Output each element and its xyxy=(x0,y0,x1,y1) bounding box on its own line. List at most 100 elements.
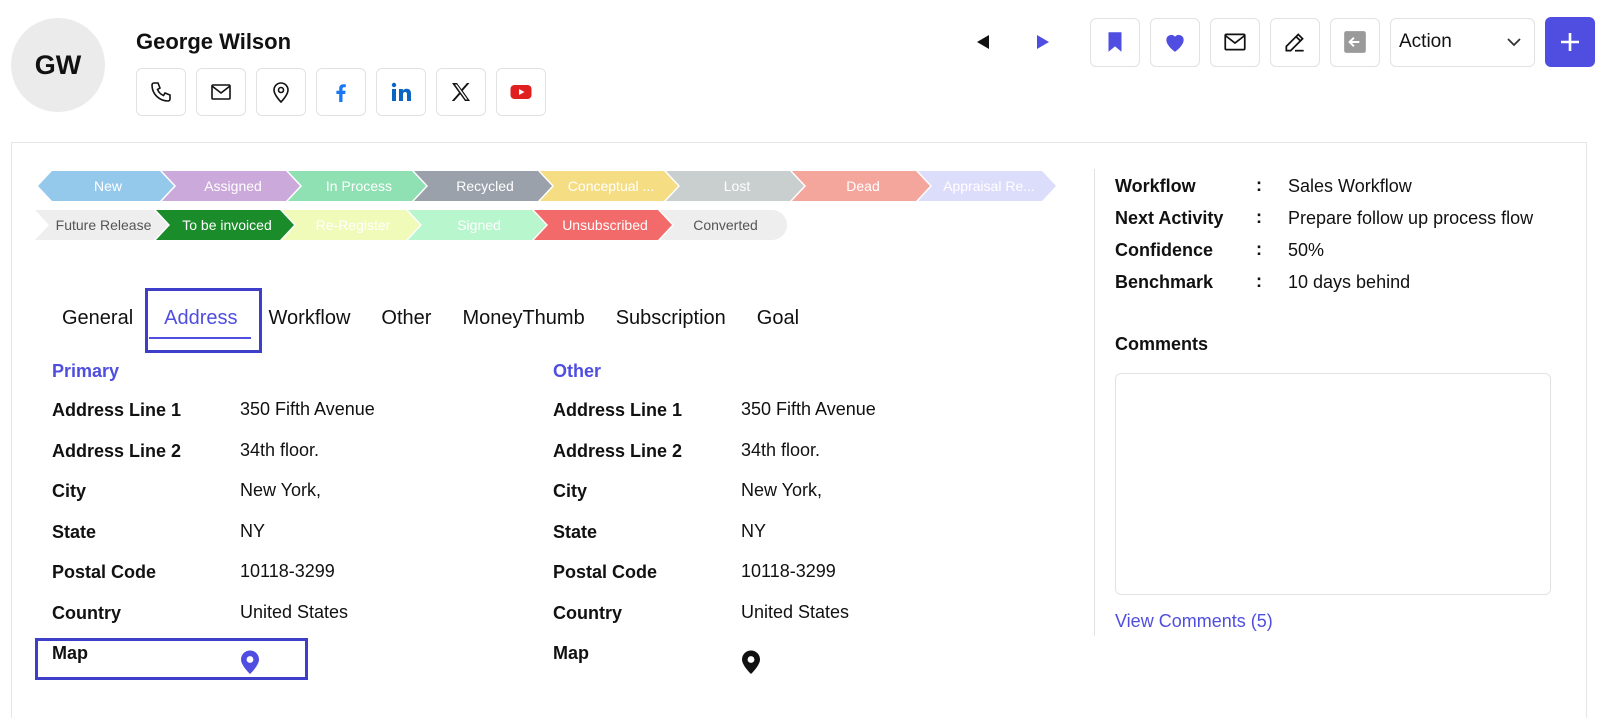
other-address-line1-value: 350 Fifth Avenue xyxy=(741,399,876,419)
primary-address-line2-label: Address Line 2 xyxy=(52,441,182,461)
heart-icon xyxy=(1166,34,1184,52)
primary-postal-code-value: 10118-3299 xyxy=(240,561,335,581)
other-postal-code-label: Postal Code xyxy=(553,562,658,582)
youtube-icon xyxy=(510,85,532,99)
workflow-value: Sales Workflow xyxy=(1288,176,1412,196)
primary-state-value: NY xyxy=(240,521,266,541)
action-dropdown[interactable]: Action xyxy=(1390,17,1535,67)
other-state-value: NY xyxy=(741,521,767,541)
youtube-button[interactable] xyxy=(496,68,546,116)
back-arrow-icon xyxy=(1344,31,1366,53)
bookmark-button[interactable] xyxy=(1090,17,1140,67)
vertical-divider xyxy=(1094,169,1095,636)
tab-highlight-box xyxy=(145,288,262,353)
confidence-label: Confidence xyxy=(1115,240,1214,260)
primary-address-line1-value: 350 Fifth Avenue xyxy=(240,399,375,419)
other-map-label: Map xyxy=(553,643,589,663)
row1-stage-assigned[interactable]: Assigned xyxy=(162,171,300,201)
chevron-down-icon xyxy=(1507,38,1521,47)
send-email-button[interactable] xyxy=(1210,17,1260,67)
row1-stage-in-process[interactable]: In Process xyxy=(288,171,426,201)
row1-stage-appraisal-re[interactable]: Appraisal Re... xyxy=(918,171,1056,201)
comments-textarea[interactable] xyxy=(1115,373,1551,595)
other-map-pin-icon[interactable] xyxy=(740,649,762,675)
workflow-label: Workflow xyxy=(1115,176,1196,196)
back-button[interactable] xyxy=(1330,17,1380,67)
primary-section-title: Primary xyxy=(52,361,120,381)
view-comments-link[interactable]: View Comments (5) xyxy=(1115,611,1273,632)
row2-stage-future-release[interactable]: Future Release xyxy=(35,210,168,240)
comments-label: Comments xyxy=(1115,334,1209,354)
avatar: GW xyxy=(11,18,105,112)
primary-postal-code-label: Postal Code xyxy=(52,562,157,582)
next-activity-colon: : xyxy=(1256,207,1262,227)
other-city-value: New York, xyxy=(741,480,823,500)
previous-button[interactable] xyxy=(970,29,996,55)
row2-stage-unsubscribed[interactable]: Unsubscribed xyxy=(534,210,672,240)
next-activity-label: Next Activity xyxy=(1115,208,1224,228)
benchmark-label: Benchmark xyxy=(1115,272,1214,292)
tab-other[interactable]: Other xyxy=(381,290,431,347)
next-button[interactable] xyxy=(1030,29,1056,55)
primary-country-value: United States xyxy=(240,602,349,622)
other-country-value: United States xyxy=(741,602,850,622)
primary-address-line2-value: 34th floor. xyxy=(240,440,320,460)
x-icon xyxy=(451,83,470,101)
phone-icon xyxy=(151,82,171,102)
other-postal-code-value: 10118-3299 xyxy=(741,561,836,581)
row2-stage-signed[interactable]: Signed xyxy=(408,210,546,240)
tab-goal[interactable]: Goal xyxy=(757,290,799,347)
row1-stage-recycled[interactable]: Recycled xyxy=(414,171,552,201)
tab-general[interactable]: General xyxy=(62,290,133,347)
row2-stage-re-register[interactable]: Re-Register xyxy=(282,210,420,240)
other-address-line2-value: 34th floor. xyxy=(741,440,821,460)
primary-state-label: State xyxy=(52,522,97,542)
other-address-line1-label: Address Line 1 xyxy=(553,400,683,420)
tab-subscription[interactable]: Subscription xyxy=(616,290,726,347)
mail-icon xyxy=(211,84,231,100)
facebook-button[interactable] xyxy=(316,68,366,116)
confidence-value: 50% xyxy=(1288,240,1325,260)
row1-stage-lost[interactable]: Lost xyxy=(666,171,804,201)
stage-pipeline-row-1: New Assigned In Process Recycled Conceptual … xyxy=(38,171,1044,201)
action-dropdown-label: Action xyxy=(1399,31,1452,52)
stage-pipeline-row-2: Future Release To be invoiced Re-Register S… xyxy=(35,210,787,240)
toolbar: Action xyxy=(970,17,1595,67)
contact-name: George Wilson xyxy=(136,29,292,54)
linkedin-button[interactable] xyxy=(376,68,426,116)
mail-icon xyxy=(1224,33,1246,51)
x-button[interactable] xyxy=(436,68,486,116)
benchmark-colon: : xyxy=(1256,271,1262,291)
edit-button[interactable] xyxy=(1270,17,1320,67)
phone-button[interactable] xyxy=(136,68,186,116)
other-section-title: Other xyxy=(553,361,602,381)
tab-moneythumb[interactable]: MoneyThumb xyxy=(462,290,584,347)
bookmark-icon xyxy=(1108,32,1122,52)
confidence-colon: : xyxy=(1256,239,1262,259)
row1-stage-new[interactable]: New xyxy=(38,171,174,201)
row1-stage-dead[interactable]: Dead xyxy=(792,171,930,201)
benchmark-value: 10 days behind xyxy=(1288,272,1411,292)
row2-stage-converted[interactable]: Converted xyxy=(660,210,787,240)
add-button[interactable] xyxy=(1545,17,1595,67)
row1-stage-conceptual[interactable]: Conceptual ... xyxy=(540,171,678,201)
linkedin-icon xyxy=(391,82,411,101)
primary-address-line1-label: Address Line 1 xyxy=(52,400,182,420)
pencil-icon xyxy=(1285,33,1304,52)
social-links xyxy=(136,68,546,116)
email-button[interactable] xyxy=(196,68,246,116)
primary-city-label: City xyxy=(52,481,87,501)
facebook-icon xyxy=(336,84,346,102)
other-address-line2-label: Address Line 2 xyxy=(553,441,683,461)
primary-city-value: New York, xyxy=(240,480,322,500)
next-activity-value: Prepare follow up process flow xyxy=(1288,208,1534,228)
other-country-label: Country xyxy=(553,603,622,623)
location-icon xyxy=(273,82,289,104)
tab-workflow[interactable]: Workflow xyxy=(269,290,351,347)
favorite-button[interactable] xyxy=(1150,17,1200,67)
location-button[interactable] xyxy=(256,68,306,116)
plus-icon xyxy=(1561,33,1579,51)
other-city-label: City xyxy=(553,481,588,501)
row2-stage-to-be-invoiced[interactable]: To be invoiced xyxy=(156,210,294,240)
triangle-left-icon xyxy=(977,35,989,49)
